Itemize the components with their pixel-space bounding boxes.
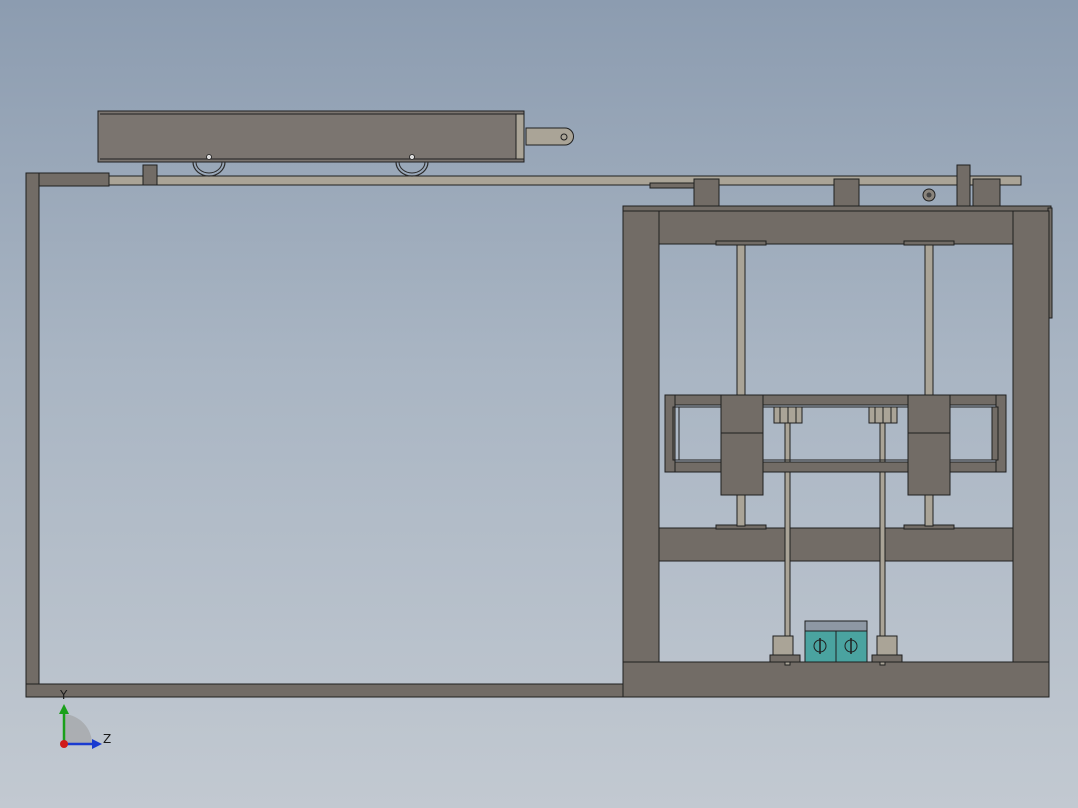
carriage-assembly[interactable] [664,394,1007,496]
rail-bar [108,175,1022,186]
coordinate-triad-icon [59,704,102,749]
bearing-block-left [720,394,764,496]
frame-bottom-beam [25,683,627,698]
axis-z-label: Z [103,732,112,746]
actuator-rod-end [525,127,574,146]
guide-rail[interactable] [108,164,1022,189]
rail-stop-block [142,164,158,186]
column-flange [903,240,955,246]
cad-model-drawing[interactable] [0,0,1078,808]
screw-rod-right [879,414,886,666]
actuator-endcap [515,113,525,160]
sensor-blocks[interactable] [804,620,868,663]
cad-viewport[interactable]: Y Z [0,0,1078,808]
carriage-bottom-bar [664,461,1007,473]
linear-actuator[interactable] [97,110,574,177]
column-flange [715,240,767,246]
rail-block-2 [833,178,860,207]
rail-carriage-blocks[interactable] [693,164,1001,208]
cabinet-left-post [622,210,660,698]
carriage-top-bar [664,394,1007,406]
rail-block-3 [972,178,1001,207]
axis-y-label: Y [60,688,68,702]
rail-block-1 [693,178,720,207]
cabinet-bottom-beam [622,661,1050,698]
screw-rod-left [784,414,791,666]
cabinet-right-post [1012,210,1050,698]
bearing-block-right [907,394,951,496]
sensor-cover [804,620,868,632]
frame-left-post [25,172,40,697]
cabinet-top-beam [622,210,1050,245]
roller-wheel-icon [395,161,429,177]
rail-upright [956,164,971,208]
outer-frame[interactable] [25,172,627,698]
roller-wheel-icon [192,161,226,177]
actuator-body [97,110,525,163]
middle-platform [658,527,1014,562]
cabinet-top-plate [622,205,1052,212]
